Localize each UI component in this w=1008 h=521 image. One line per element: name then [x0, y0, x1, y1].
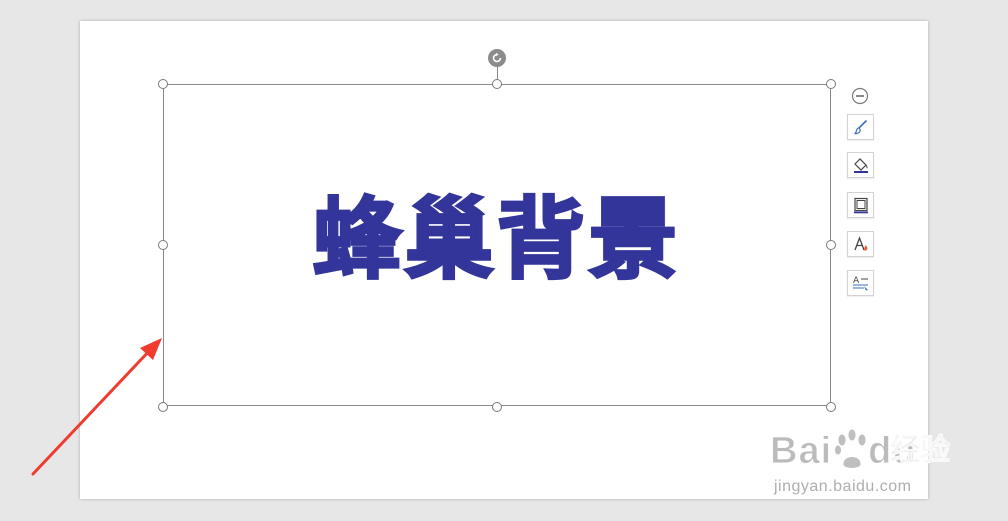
- resize-handle-bottom-left[interactable]: [158, 402, 168, 412]
- paintbrush-icon: [853, 119, 867, 135]
- wordart-text-value: 蜂巢背景: [311, 188, 681, 291]
- style-brush-button[interactable]: [847, 114, 874, 140]
- resize-handle-top-right[interactable]: [826, 79, 836, 89]
- wordart-text[interactable]: 蜂巢背景: [163, 190, 831, 290]
- text-wrap-button[interactable]: A: [847, 270, 874, 296]
- resize-handle-bottom-right[interactable]: [826, 402, 836, 412]
- text-wrap-icon: A: [852, 276, 868, 291]
- watermark-logo-left: Bai: [769, 430, 833, 472]
- resize-handle-bottom-center[interactable]: [492, 402, 502, 412]
- resize-handle-top-left[interactable]: [158, 79, 168, 89]
- watermark-product: 经验: [890, 433, 951, 468]
- outline-button[interactable]: [847, 192, 874, 218]
- font-color-icon: [853, 236, 867, 251]
- shape-outline-icon: [853, 197, 868, 214]
- rotate-connector: [497, 66, 498, 80]
- resize-handle-middle-left[interactable]: [158, 240, 168, 250]
- resize-handle-middle-right[interactable]: [826, 240, 836, 250]
- collapse-toolbar-button[interactable]: [851, 87, 869, 105]
- rotate-handle[interactable]: [488, 49, 506, 67]
- fill-button[interactable]: [847, 152, 874, 178]
- text-fill-button[interactable]: [847, 231, 874, 257]
- rotate-icon: [492, 52, 502, 63]
- resize-handle-top-center[interactable]: [492, 79, 502, 89]
- paw-icon: [834, 428, 867, 469]
- baidu-jingyan-watermark: Bai du 经验 jingyan.baidu.com: [769, 428, 970, 502]
- watermark-url: jingyan.baidu.com: [774, 478, 912, 495]
- app-canvas: 蜂巢背景 A Bai du 经验 jingyan.baidu.com: [0, 0, 1008, 521]
- paint-bucket-icon: [853, 158, 868, 173]
- minus-circle-icon: [851, 87, 869, 105]
